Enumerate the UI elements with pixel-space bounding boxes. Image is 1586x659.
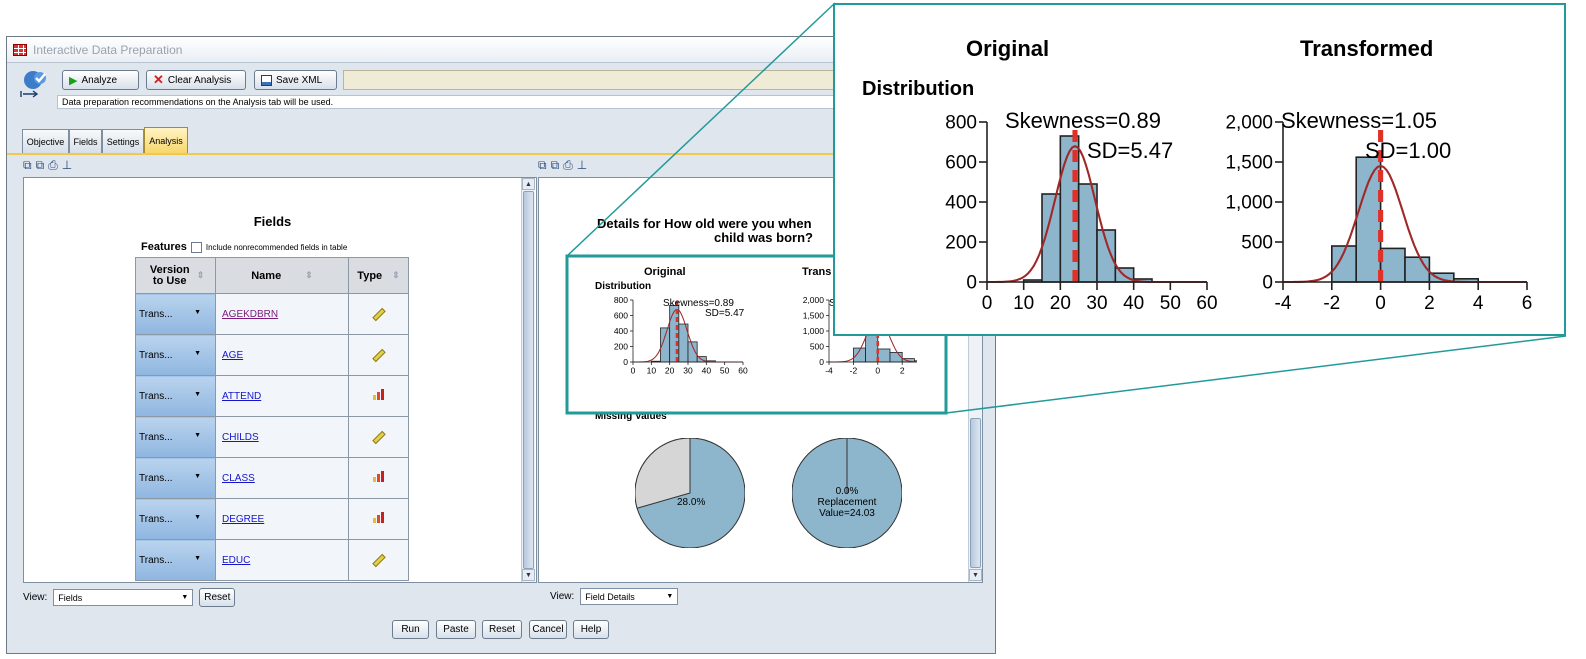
- callout-distribution-charts: 0 10 20 30 40 50 600200400600800-4 -2 0 2 4 605001,…: [945, 113, 1533, 314]
- zoom-callout: Original Transformed Distribution 0 10 20 3…: [833, 3, 1566, 336]
- orig-sd-label: SD=5.47: [1087, 138, 1174, 163]
- x-tick-label: 4: [1473, 293, 1484, 314]
- x-tick-label: -4: [1275, 293, 1292, 314]
- y-tick-label: 1,500: [1225, 153, 1273, 174]
- x-tick-label: 2: [1424, 293, 1435, 314]
- x-tick-label: 40: [1123, 293, 1144, 314]
- y-tick-label: 0: [966, 273, 977, 294]
- y-tick-label: 600: [945, 153, 977, 174]
- x-tick-label: 20: [1050, 293, 1071, 314]
- callout-distribution-label: Distribution: [862, 78, 975, 100]
- y-tick-label: 800: [945, 113, 977, 134]
- x-tick-label: 50: [1160, 293, 1181, 314]
- x-tick-label: 0: [982, 293, 993, 314]
- x-tick-label: 60: [1196, 293, 1217, 314]
- y-tick-label: 0: [1262, 273, 1273, 294]
- trans-skewness-label: Skewness=1.05: [1281, 108, 1437, 133]
- x-tick-label: 10: [1013, 293, 1034, 314]
- connector-line-bottom: [945, 335, 1567, 414]
- histogram-bar: [1379, 247, 1406, 283]
- x-tick-label: -2: [1323, 293, 1340, 314]
- x-tick-label: 30: [1086, 293, 1107, 314]
- histogram-bar: [1404, 256, 1431, 283]
- callout-original-title: Original: [966, 36, 1050, 61]
- histogram-bar: [1355, 156, 1382, 283]
- callout-transformed-title: Transformed: [1300, 36, 1434, 61]
- connector-line-top: [566, 2, 836, 257]
- y-tick-label: 200: [945, 233, 977, 254]
- orig-skewness-label: Skewness=0.89: [1005, 108, 1161, 133]
- y-tick-label: 400: [945, 193, 977, 214]
- y-tick-label: 500: [1241, 233, 1273, 254]
- trans-sd-label: SD=1.00: [1365, 138, 1452, 163]
- x-tick-label: 6: [1522, 293, 1533, 314]
- y-tick-label: 2,000: [1225, 113, 1273, 134]
- x-tick-label: 0: [1375, 293, 1386, 314]
- y-tick-label: 1,000: [1225, 193, 1273, 214]
